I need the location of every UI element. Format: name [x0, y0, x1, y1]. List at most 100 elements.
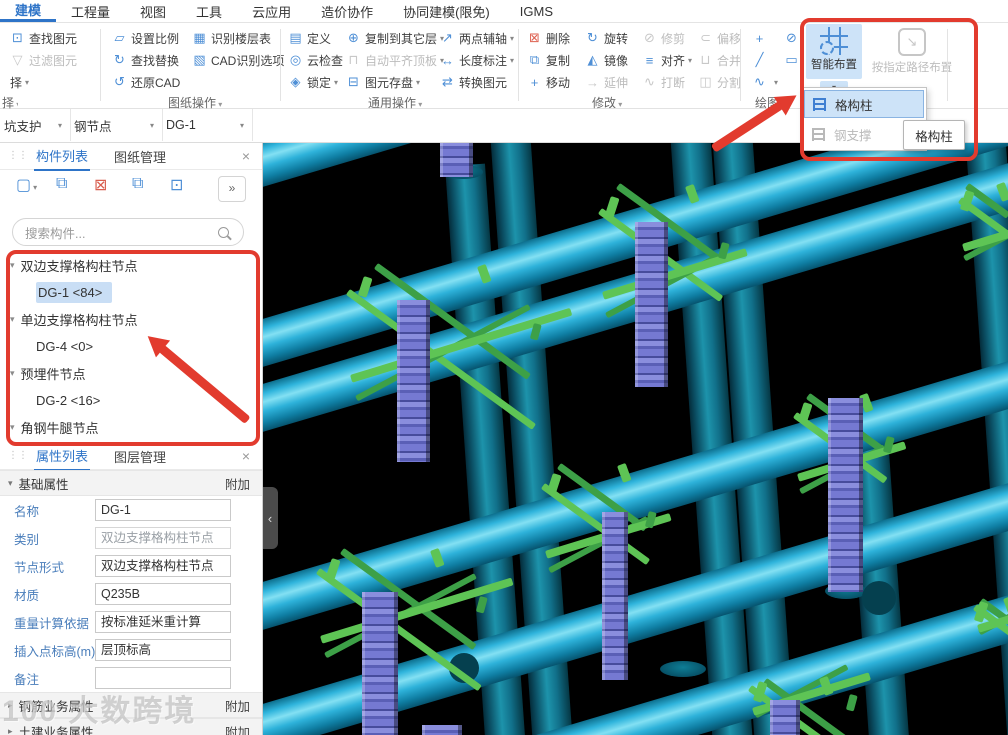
group-label-0[interactable]: 择 ▾ — [2, 94, 18, 111]
line-icon: ╱ — [755, 52, 764, 67]
group-label-3[interactable]: 修改 ▾ — [592, 94, 622, 111]
ribbon-button-云检查[interactable]: ◎ 云检查 — [288, 50, 343, 70]
close-icon[interactable]: × — [242, 148, 250, 164]
group-label-1[interactable]: 图纸操作 ▾ — [168, 94, 222, 111]
layout-by-path-button[interactable]: ↘ 按指定路径布置 — [864, 24, 960, 79]
ribbon-button-两点辅轴[interactable]: ↗ 两点辅轴 ▾ — [440, 28, 514, 48]
ribbon-button-rect[interactable]: ▭ — [784, 50, 803, 70]
ribbon-button-长度标注[interactable]: ↔ 长度标注 ▾ — [440, 50, 514, 70]
ribbon-button-偏移[interactable]: ⊂ 偏移 — [698, 28, 741, 48]
ribbon-button-移动[interactable]: + 移动 — [527, 72, 570, 92]
close-icon[interactable]: × — [242, 448, 250, 464]
attach-button[interactable]: 附加 — [225, 696, 250, 715]
menu-tab-1[interactable]: 工程量 — [56, 0, 125, 22]
menu-tab-0[interactable]: 建模 — [0, 0, 57, 22]
menu-tab-2[interactable]: 视图 — [125, 0, 181, 22]
store-component-icon[interactable]: ⊡ — [170, 175, 183, 195]
new-component-icon[interactable]: ▢ ▾ — [16, 175, 37, 195]
brace-bar — [325, 558, 341, 580]
ribbon-button-label: 移动 — [546, 75, 571, 90]
property-input-3[interactable]: Q235B — [95, 583, 231, 605]
ribbon-button-打断[interactable]: ∿ 打断 — [642, 72, 685, 92]
drag-handle-icon[interactable]: ⋮⋮ — [8, 451, 28, 461]
ribbon-button-还原CAD[interactable]: ↺ 还原CAD — [112, 72, 180, 92]
tab-layer-management[interactable]: 图层管理 — [112, 443, 168, 470]
tree-item-0-0[interactable]: DG-1 <84> — [0, 279, 258, 306]
ribbon-button-查找图元[interactable]: ⊡ 查找图元 — [10, 28, 77, 48]
group-label-2[interactable]: 通用操作 ▾ — [368, 94, 422, 111]
property-input-5[interactable]: 层顶标高 — [95, 639, 231, 661]
drag-handle-icon[interactable]: ⋮⋮ — [8, 151, 28, 161]
ribbon-button-分割[interactable]: ◫ 分割 — [698, 72, 741, 92]
viewport-3d[interactable]: ‹ — [262, 143, 1008, 735]
ribbon-button-旋转[interactable]: ↻ 旋转 — [585, 28, 628, 48]
ribbon-button-复制[interactable]: ⧉ 复制 — [527, 50, 570, 70]
expand-toolbar-button[interactable]: » — [218, 176, 246, 202]
chevron-down-icon: ▾ — [510, 33, 515, 43]
merge-icon: ⊔ — [700, 52, 711, 67]
combo-0[interactable]: 坑支护 ▾ — [0, 109, 71, 141]
dropdown-item-格构柱[interactable]: 格构柱 — [804, 90, 924, 118]
delete-component-icon[interactable]: ⊠ — [94, 175, 107, 195]
section-base-properties[interactable]: ▾ 基础属性 附加 — [0, 470, 262, 496]
ribbon-button-CAD识别选项[interactable]: ▧ CAD识别选项 — [192, 50, 284, 70]
combo-value: DG-1 — [166, 118, 196, 132]
ribbon-separator — [100, 29, 101, 101]
property-input-0[interactable]: DG-1 — [95, 499, 231, 521]
property-input-2[interactable]: 双边支撑格构柱节点 — [95, 555, 231, 577]
ribbon-button-择[interactable]: 择 ▾ — [10, 72, 32, 92]
property-input-4[interactable]: 按标准延米重计算 — [95, 611, 231, 633]
tab-property-list[interactable]: 属性列表 — [34, 442, 91, 471]
chevron-down-icon: ▾ — [416, 77, 421, 87]
ribbon-button-镜像[interactable]: ◭ 镜像 — [585, 50, 629, 70]
tree-group-0[interactable]: ▾ 双边支撑格构柱节点 — [0, 252, 258, 279]
ribbon-button-图元存盘[interactable]: ⊟ 图元存盘 ▾ — [346, 72, 420, 92]
ribbon-button-设置比例[interactable]: ▱ 设置比例 — [112, 28, 180, 48]
tab-drawing-management[interactable]: 图纸管理 — [112, 143, 168, 170]
ribbon-button-cross[interactable]: + — [752, 28, 771, 48]
combo-2[interactable]: DG-1 ▾ — [162, 109, 253, 141]
ribbon-button-延伸[interactable]: → 延伸 — [585, 72, 628, 92]
ribbon-button-合并[interactable]: ⊔ 合并 — [698, 50, 741, 70]
attach-button[interactable]: 附加 — [225, 722, 250, 735]
search-input[interactable]: 搜索构件... — [12, 218, 244, 246]
align-icon: ≡ — [645, 52, 654, 68]
tab-component-list[interactable]: 构件列表 — [34, 142, 91, 171]
ribbon-button-circle[interactable]: ⊘ — [784, 28, 803, 48]
ribbon-button-修剪[interactable]: ⊘ 修剪 — [642, 28, 685, 48]
cloud-icon: ◎ — [289, 52, 302, 67]
menu-tab-7[interactable]: IGMS — [505, 0, 568, 22]
ribbon-button-line[interactable]: ╱ — [752, 50, 771, 70]
ribbon-button-锁定[interactable]: ◈ 锁定 ▾ — [288, 72, 339, 92]
menu-tab-3[interactable]: 工具 — [181, 0, 237, 22]
chevron-down-icon: ▾ — [33, 183, 38, 192]
tree-group-1[interactable]: ▾ 单边支撑格构柱节点 — [0, 306, 258, 333]
chevron-down-icon: ▾ — [416, 100, 423, 109]
ribbon-button-查找替换[interactable]: ↻ 查找替换 — [112, 50, 179, 70]
property-input-1[interactable]: 双边支撑格构柱节点 — [95, 527, 231, 549]
ribbon-button-复制到其它层[interactable]: ⊕ 复制到其它层 ▾ — [346, 28, 444, 48]
tree-item-1-0[interactable]: DG-4 <0> — [0, 333, 258, 360]
ribbon-button-curve[interactable]: ∿ ▾ — [752, 72, 778, 92]
tree-group-3[interactable]: ▾ 角钢牛腿节点 — [0, 414, 258, 441]
ribbon-button-转换图元[interactable]: ⇄ 转换图元 — [440, 72, 507, 92]
ribbon-button-label: 修剪 — [661, 31, 686, 46]
collapse-panel-tab[interactable]: ‹ — [262, 487, 278, 549]
ribbon-button-定义[interactable]: ▤ 定义 — [288, 28, 331, 48]
ribbon-button-删除[interactable]: ⊠ 删除 — [527, 28, 570, 48]
attach-button[interactable]: 附加 — [225, 474, 250, 493]
tree-group-2[interactable]: ▾ 预埋件节点 — [0, 360, 258, 387]
ribbon-button-识别楼层表[interactable]: ▦ 识别楼层表 — [192, 28, 271, 48]
copy-component-icon[interactable]: ⧉ — [56, 175, 67, 193]
duplicate-component-icon[interactable]: ⧉ — [132, 175, 143, 193]
tree-group-label: 预埋件节点 — [20, 367, 86, 382]
ribbon-button-自动平齐顶板[interactable]: ⊓ 自动平齐顶板 ▾ — [346, 50, 444, 70]
combo-1[interactable]: 钢节点 ▾ — [70, 109, 163, 141]
smart-layout-button[interactable]: 智能布置 — [806, 24, 862, 79]
ribbon-button-对齐[interactable]: ≡ 对齐 ▾ — [642, 50, 692, 70]
ribbon-button-过滤图元[interactable]: ▽ 过滤图元 — [10, 50, 78, 70]
menu-tab-4[interactable]: 云应用 — [237, 0, 306, 22]
menu-tab-5[interactable]: 造价协作 — [306, 0, 388, 22]
chevron-down-icon: ▾ — [25, 77, 30, 87]
menu-tab-6[interactable]: 协同建模(限免) — [388, 0, 505, 22]
